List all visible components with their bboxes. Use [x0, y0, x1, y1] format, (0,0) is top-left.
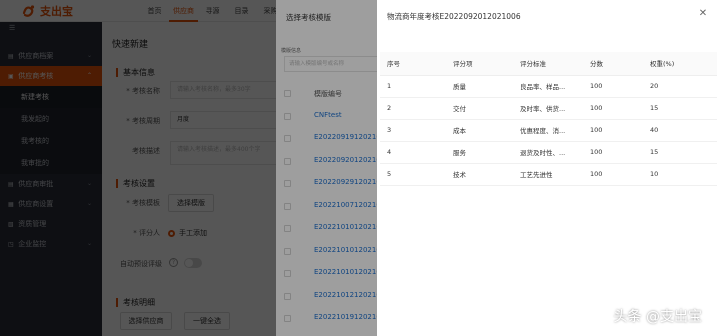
cell-score: 100	[583, 75, 643, 98]
cell-item: 质量	[446, 75, 513, 98]
table-row: 4 服务 退货及时性、... 100 15	[380, 141, 717, 164]
table-row: 2 交付 及时率、供货... 100 15	[380, 97, 717, 120]
cell-index: 1	[380, 75, 446, 98]
cell-standard: 优惠程度、消...	[513, 119, 583, 142]
cell-weight: 15	[643, 97, 717, 120]
table-row: 3 成本 优惠程度、消... 100 40	[380, 119, 717, 142]
cell-weight: 20	[643, 75, 717, 98]
dialog-title: 物流商年度考核E2022092012021006	[387, 12, 521, 21]
table-header-row: 序号 评分项 评分标准 分数 权重(%)	[380, 52, 717, 76]
cell-score: 100	[583, 119, 643, 142]
cell-standard: 退货及时性、...	[513, 141, 583, 164]
cell-score: 100	[583, 163, 643, 186]
cell-standard: 工艺先进性	[513, 163, 583, 186]
cell-score: 100	[583, 141, 643, 164]
close-icon[interactable]: ✕	[697, 8, 709, 20]
cell-weight: 10	[643, 163, 717, 186]
cell-index: 3	[380, 119, 446, 142]
cell-index: 5	[380, 163, 446, 186]
column-header: 评分项	[446, 52, 513, 76]
criteria-table: 序号 评分项 评分标准 分数 权重(%) 1 质量 良品率、样品... 100 …	[380, 52, 717, 186]
column-header: 序号	[380, 52, 446, 76]
cell-item: 技术	[446, 163, 513, 186]
cell-weight: 40	[643, 119, 717, 142]
cell-index: 4	[380, 141, 446, 164]
cell-score: 100	[583, 97, 643, 120]
column-header: 分数	[583, 52, 643, 76]
template-detail-dialog: 物流商年度考核E2022092012021006 ✕ 序号 评分项 评分标准 分…	[377, 0, 720, 336]
watermark: 头条 @支出宝	[593, 306, 702, 326]
column-header: 评分标准	[513, 52, 583, 76]
cell-item: 成本	[446, 119, 513, 142]
cell-standard: 良品率、样品...	[513, 75, 583, 98]
cell-standard: 及时率、供货...	[513, 97, 583, 120]
cell-weight: 15	[643, 141, 717, 164]
cell-item: 交付	[446, 97, 513, 120]
cell-item: 服务	[446, 141, 513, 164]
table-row: 1 质量 良品率、样品... 100 20	[380, 75, 717, 98]
table-row: 5 技术 工艺先进性 100 10	[380, 163, 717, 186]
cell-index: 2	[380, 97, 446, 120]
column-header: 权重(%)	[643, 52, 717, 76]
watermark-text: 头条 @支出宝	[613, 309, 702, 325]
watermark-logo-icon	[593, 308, 610, 324]
